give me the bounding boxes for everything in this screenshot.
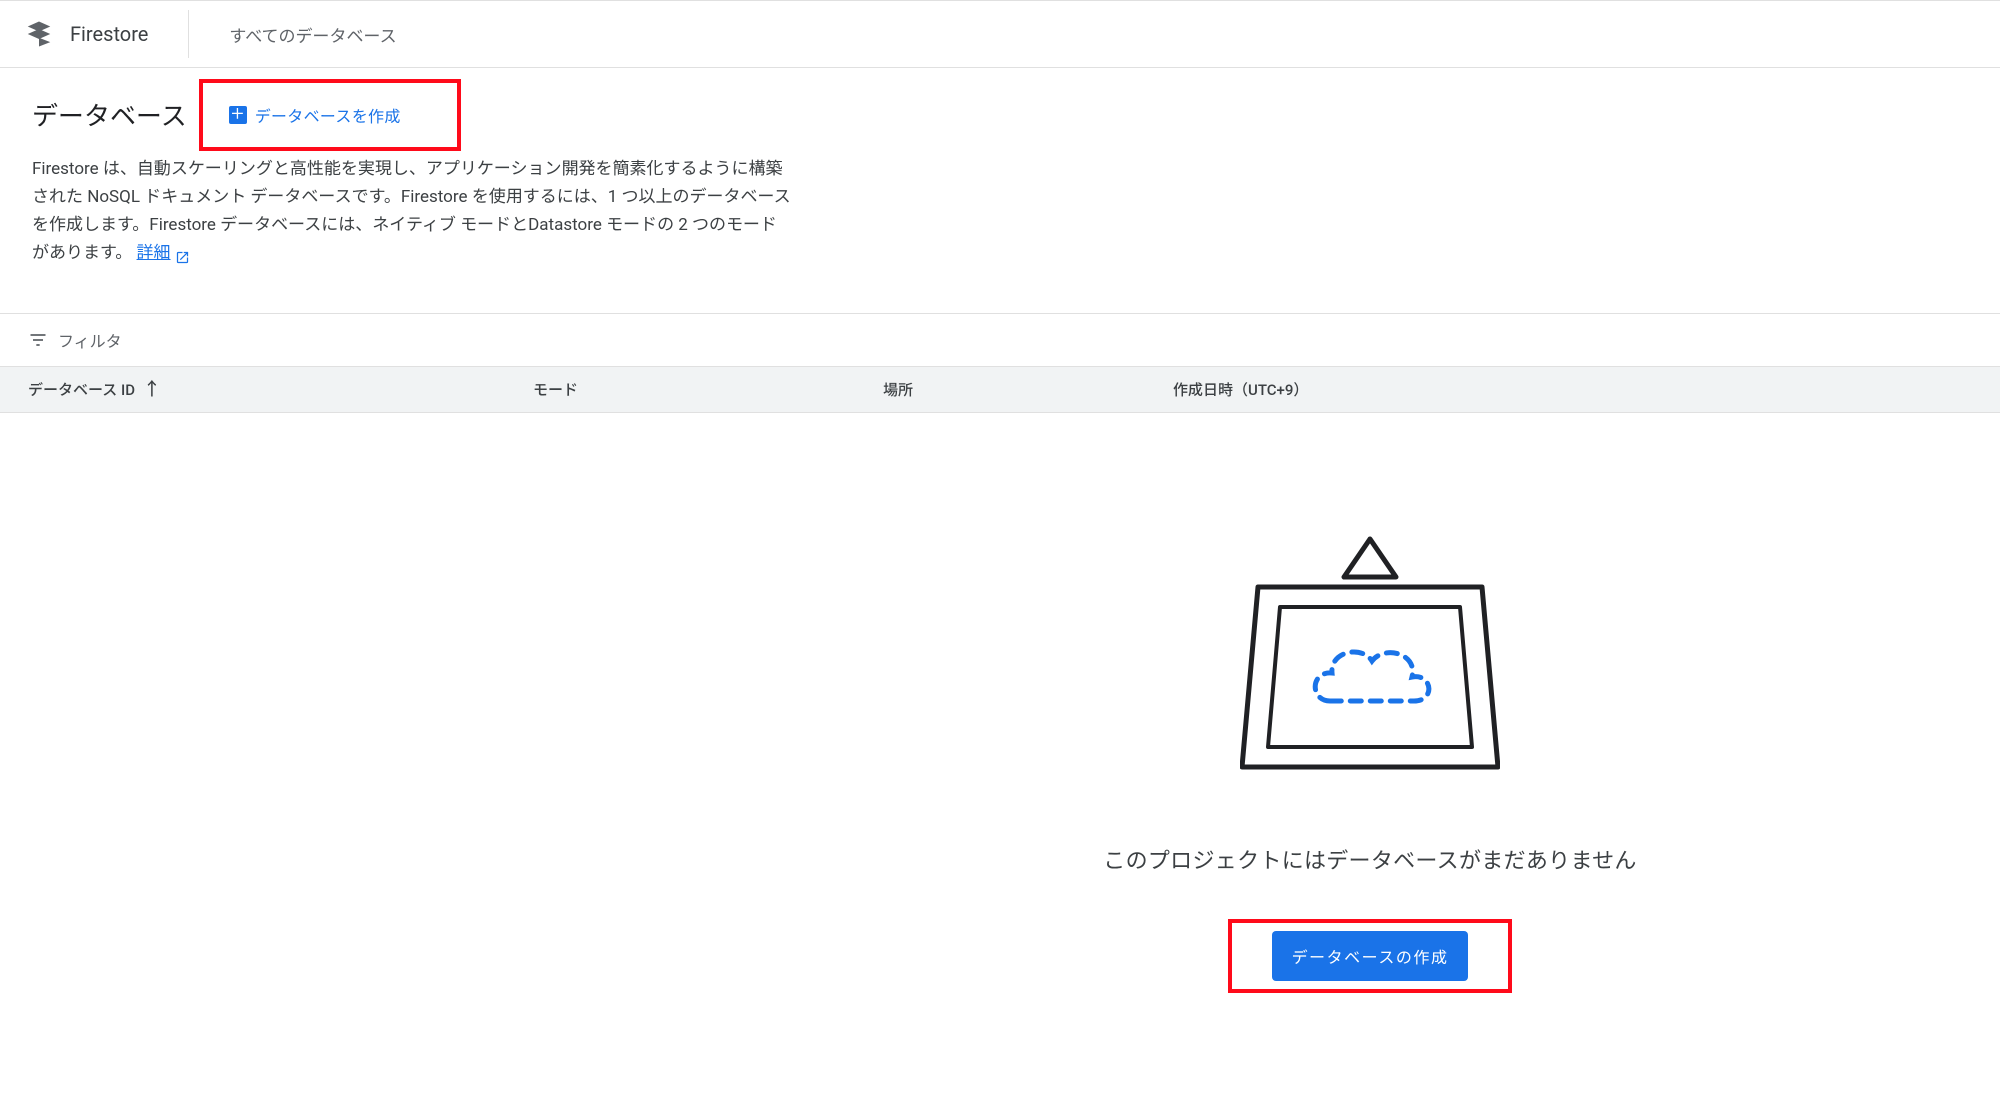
top-bar: Firestore すべてのデータベース — [0, 0, 2000, 68]
filter-label: フィルタ — [58, 328, 122, 352]
column-header-created[interactable]: 作成日時（UTC+9） — [1173, 379, 1972, 400]
sort-ascending-icon: ↑ — [143, 381, 161, 399]
product-name: Firestore — [70, 22, 148, 46]
table-header: データベース ID ↑ モード 場所 作成日時（UTC+9） — [0, 366, 2000, 413]
create-database-button-top[interactable]: ＋ データベースを作成 — [199, 97, 461, 133]
column-header-id-label: データベース ID — [28, 379, 135, 400]
create-database-button-main[interactable]: データベースの作成 — [1272, 931, 1469, 981]
column-header-mode[interactable]: モード — [533, 379, 883, 400]
breadcrumb-label: すべてのデータベース — [229, 27, 396, 47]
empty-state: このプロジェクトにはデータベースがまだありません データベースの作成 — [1010, 533, 1730, 993]
description-text: Firestore は、自動スケーリングと高性能を実現し、アプリケーション開発を… — [32, 155, 792, 267]
column-header-location-label: 場所 — [883, 381, 913, 399]
plus-icon: ＋ — [229, 106, 247, 124]
firestore-logo-icon — [24, 19, 54, 49]
create-button-highlight-wrapper: ＋ データベースを作成 — [199, 97, 461, 133]
external-link-icon — [175, 246, 190, 261]
annotation-highlight-box: データベースの作成 — [1228, 919, 1513, 993]
details-link-label: 詳細 — [137, 239, 171, 267]
details-link[interactable]: 詳細 — [137, 239, 190, 267]
filter-icon — [28, 330, 48, 350]
title-row: データベース ＋ データベースを作成 — [32, 96, 1968, 133]
create-database-button-top-label: データベースを作成 — [255, 103, 401, 127]
column-header-location[interactable]: 場所 — [883, 379, 1173, 400]
filter-bar[interactable]: フィルタ — [0, 313, 2000, 366]
column-header-mode-label: モード — [533, 381, 578, 399]
create-database-button-main-label: データベースの作成 — [1292, 948, 1449, 967]
empty-state-message: このプロジェクトにはデータベースがまだありません — [1103, 843, 1636, 875]
column-header-id[interactable]: データベース ID ↑ — [28, 379, 533, 400]
product-section: Firestore — [24, 10, 189, 58]
breadcrumb[interactable]: すべてのデータベース — [189, 22, 396, 47]
page-body: データベース ＋ データベースを作成 Firestore は、自動スケーリングと… — [0, 68, 2000, 313]
column-header-created-label: 作成日時（UTC+9） — [1173, 381, 1308, 399]
empty-state-illustration-icon — [1240, 533, 1500, 783]
page-title: データベース — [32, 96, 187, 133]
